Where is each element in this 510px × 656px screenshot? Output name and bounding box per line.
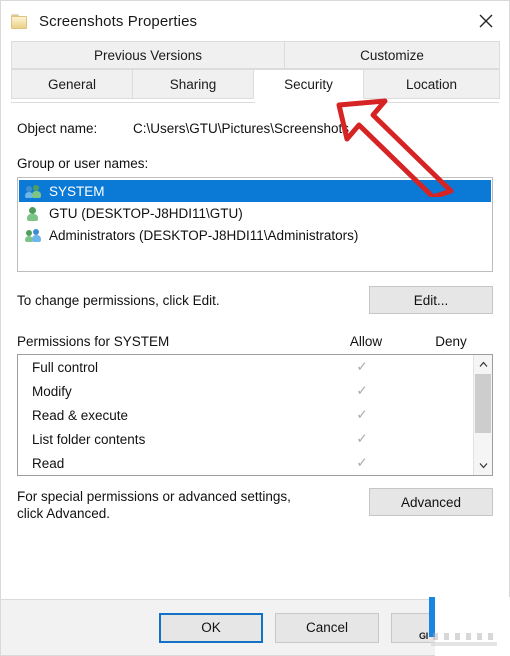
tab-label: Location: [405, 76, 458, 92]
advanced-button[interactable]: Advanced: [369, 488, 493, 516]
object-name-value: C:\Users\GTU\Pictures\Screenshots: [133, 121, 350, 136]
list-item-label: Administrators (DESKTOP-J8HDI11\Administ…: [49, 227, 359, 243]
allow-checkmark-icon: ✓: [356, 431, 368, 446]
allow-checkmark-icon: ✓: [356, 455, 368, 470]
edit-button[interactable]: Edit...: [369, 286, 493, 314]
permissions-title: Permissions for SYSTEM: [17, 334, 170, 349]
ok-button[interactable]: OK: [159, 612, 263, 643]
tab-general[interactable]: General: [11, 69, 133, 99]
user-icon: [25, 206, 42, 221]
deny-column-header: Deny: [435, 334, 467, 349]
object-name-row: Object name: C:\Users\GTU\Pictures\Scree…: [17, 121, 493, 136]
tab-strip: Previous Versions Customize General Shar…: [1, 41, 509, 103]
tab-row-top: Previous Versions Customize: [11, 41, 500, 69]
list-item-label: GTU (DESKTOP-J8HDI11\GTU): [49, 205, 243, 221]
tab-previous-versions[interactable]: Previous Versions: [11, 41, 285, 69]
table-row[interactable]: List folder contents ✓: [18, 427, 473, 451]
permissions-rows: Full control ✓ Modify ✓ Read & execute ✓…: [18, 355, 473, 475]
advanced-hint-text: For special permissions or advanced sett…: [17, 489, 291, 521]
tab-label: Sharing: [169, 76, 217, 92]
permission-name: List folder contents: [32, 431, 146, 447]
permissions-header: Permissions for SYSTEM Allow Deny: [17, 334, 493, 349]
tab-label: Previous Versions: [93, 47, 203, 63]
security-panel: Object name: C:\Users\GTU\Pictures\Scree…: [1, 103, 509, 599]
advanced-hint-row: For special permissions or advanced sett…: [17, 488, 493, 522]
properties-dialog: Screenshots Properties Previous Versions…: [0, 0, 510, 656]
tab-label: Security: [284, 76, 333, 92]
permission-name: Read: [32, 455, 65, 471]
permission-name: Modify: [32, 383, 72, 399]
table-row[interactable]: Read ✓: [18, 451, 473, 475]
group-icon: [25, 184, 42, 199]
permissions-list[interactable]: Full control ✓ Modify ✓ Read & execute ✓…: [17, 354, 493, 476]
edit-hint-text: To change permissions, click Edit.: [17, 292, 220, 308]
tab-row-bottom: General Sharing Security Location: [11, 69, 500, 99]
allow-checkmark-icon: ✓: [356, 383, 368, 398]
tab-customize[interactable]: Customize: [284, 41, 500, 69]
window-title: Screenshots Properties: [39, 12, 198, 30]
list-item[interactable]: SYSTEM: [19, 180, 491, 202]
title-bar: Screenshots Properties: [1, 1, 509, 41]
dialog-footer: OK Cancel: [1, 599, 509, 655]
table-row[interactable]: Read & execute ✓: [18, 403, 473, 427]
chevron-up-icon[interactable]: [474, 355, 492, 374]
group-or-user-names-list[interactable]: SYSTEM GTU (DESKTOP-J8HDI11\GTU) Adminis…: [17, 177, 493, 272]
permission-name: Read & execute: [32, 407, 129, 423]
scrollbar-track[interactable]: [474, 374, 492, 456]
folder-icon: [11, 13, 28, 29]
permissions-scrollbar[interactable]: [473, 355, 492, 475]
tab-label: Customize: [360, 47, 424, 63]
permission-name: Full control: [32, 359, 99, 375]
table-row[interactable]: Modify ✓: [18, 379, 473, 403]
apply-button[interactable]: [391, 612, 495, 643]
group-icon: [25, 228, 42, 243]
list-item[interactable]: GTU (DESKTOP-J8HDI11\GTU): [19, 202, 491, 224]
tab-sharing[interactable]: Sharing: [132, 69, 254, 99]
tab-label: General: [47, 76, 97, 92]
list-item[interactable]: Administrators (DESKTOP-J8HDI11\Administ…: [19, 224, 491, 246]
table-row[interactable]: Write ✓: [18, 475, 473, 476]
allow-column-header: Allow: [349, 334, 383, 349]
edit-hint-row: To change permissions, click Edit. Edit.…: [17, 286, 493, 314]
list-item-label: SYSTEM: [49, 183, 105, 199]
chevron-down-icon[interactable]: [474, 456, 492, 475]
table-row[interactable]: Full control ✓: [18, 355, 473, 379]
cancel-button[interactable]: Cancel: [275, 612, 379, 643]
close-icon[interactable]: [463, 1, 509, 41]
group-or-user-names-label: Group or user names:: [17, 156, 149, 171]
allow-checkmark-icon: ✓: [356, 407, 368, 422]
scrollbar-thumb[interactable]: [475, 374, 491, 434]
allow-checkmark-icon: ✓: [356, 359, 368, 374]
object-name-label: Object name:: [17, 121, 98, 136]
tab-location[interactable]: Location: [363, 69, 500, 99]
tab-security[interactable]: Security: [253, 69, 364, 99]
